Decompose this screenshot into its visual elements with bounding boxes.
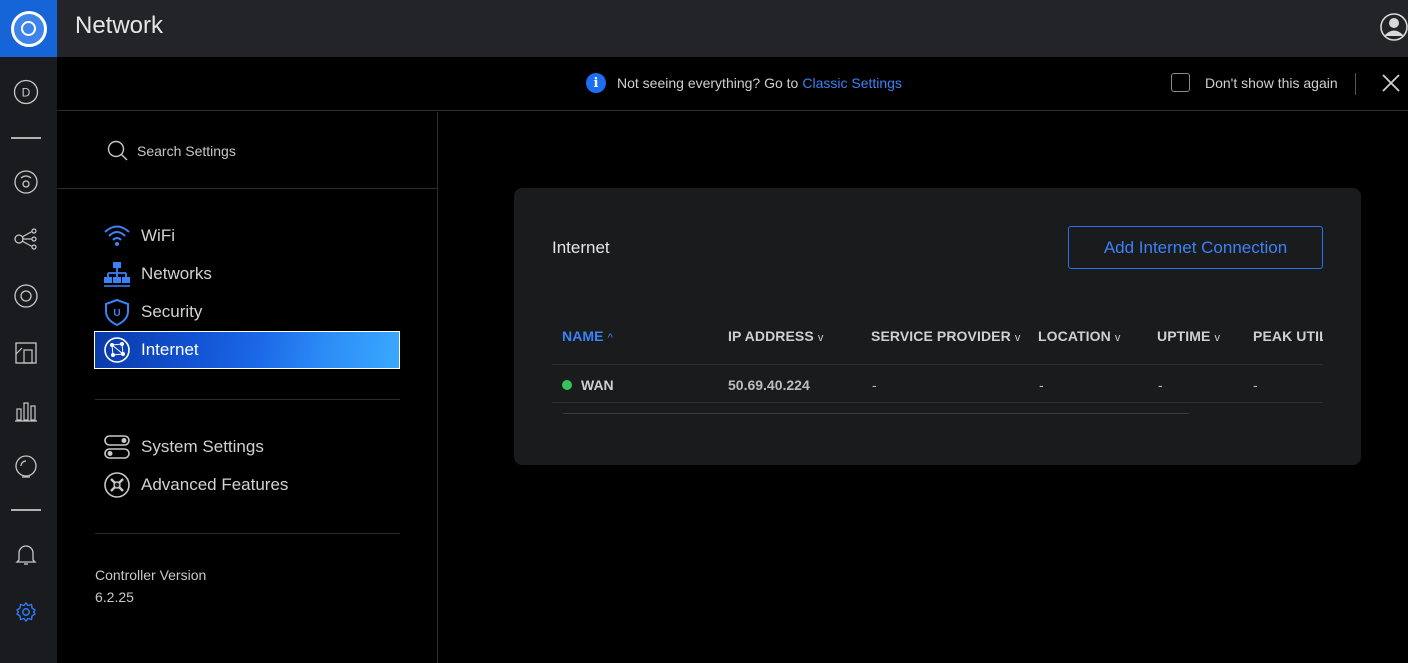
wifi-icon bbox=[103, 222, 131, 250]
table-cell-ip: 50.69.40.224 bbox=[728, 377, 810, 393]
card-title: Internet bbox=[552, 238, 610, 257]
dont-show-checkbox[interactable] bbox=[1171, 73, 1190, 92]
banner-divider bbox=[1355, 73, 1356, 95]
topology-icon bbox=[14, 228, 37, 250]
icon-rail: D bbox=[0, 0, 57, 663]
internet-table: NAME ^ IP ADDRESS v SERVICE PROVIDER v LOCA… bbox=[552, 314, 1323, 414]
unifi-logo-icon bbox=[10, 10, 47, 47]
system-settings-icon bbox=[103, 433, 131, 461]
dashboard-button[interactable]: D bbox=[11, 77, 41, 107]
bar-chart-icon bbox=[15, 402, 37, 422]
rail-statistics-chart-button[interactable] bbox=[11, 395, 41, 425]
chevron-down-icon: v bbox=[1114, 332, 1121, 344]
column-header-ip-address[interactable]: IP ADDRESS v bbox=[728, 328, 823, 344]
chevron-down-icon: v bbox=[1214, 332, 1221, 344]
table-cell-provider: - bbox=[872, 377, 877, 393]
table-cell-peak: - bbox=[1253, 377, 1258, 393]
networks-icon bbox=[103, 260, 131, 288]
sort-up-icon: ^ bbox=[607, 332, 613, 344]
rail-statistics-button[interactable] bbox=[11, 167, 41, 197]
controller-version-value: 6.2.25 bbox=[95, 589, 134, 605]
table-cell-location: - bbox=[1039, 377, 1044, 393]
status-online-dot bbox=[562, 380, 572, 390]
rail-insights-button[interactable] bbox=[11, 452, 41, 482]
sidebar-item-label: Advanced Features bbox=[141, 475, 289, 494]
gear-icon bbox=[15, 601, 37, 623]
dont-show-label: Don't show this again bbox=[1205, 74, 1338, 91]
insights-bulb-icon bbox=[15, 455, 37, 478]
internet-card: Internet Add Internet Connection NAME ^ I… bbox=[514, 188, 1361, 465]
advanced-features-icon bbox=[103, 471, 131, 499]
rail-divider bbox=[11, 509, 41, 511]
unifi-logo[interactable] bbox=[0, 0, 57, 57]
column-header-peak-util[interactable]: PEAK UTIL bbox=[1253, 328, 1323, 344]
dashboard-icon: D bbox=[13, 79, 39, 105]
controller-version-label: Controller Version bbox=[95, 567, 207, 583]
column-header-uptime[interactable]: UPTIME v bbox=[1157, 328, 1220, 344]
banner-text: Not seeing everything? Go to bbox=[617, 75, 799, 91]
info-icon: i bbox=[586, 73, 606, 93]
column-header-service-provider[interactable]: SERVICE PROVIDER v bbox=[871, 328, 1020, 344]
chevron-down-icon: v bbox=[1014, 332, 1021, 344]
classic-settings-link[interactable]: Classic Settings bbox=[802, 75, 902, 91]
settings-sidebar: WiFi Networks U Security Internet System… bbox=[57, 112, 438, 663]
sidebar-item-label: Internet bbox=[141, 340, 199, 359]
sidebar-item-label: System Settings bbox=[141, 437, 264, 456]
add-internet-connection-button[interactable]: Add Internet Connection bbox=[1068, 226, 1323, 269]
top-bar: Network bbox=[57, 0, 1408, 57]
rail-divider bbox=[11, 137, 41, 139]
app-title: Network bbox=[75, 12, 164, 39]
sidebar-item-networks[interactable]: Networks bbox=[95, 255, 400, 293]
sidebar-item-label: Networks bbox=[141, 264, 212, 283]
table-divider bbox=[552, 402, 1323, 403]
bell-icon bbox=[15, 545, 37, 565]
sidebar-item-label: Security bbox=[141, 302, 203, 321]
internet-globe-icon bbox=[103, 336, 131, 364]
rail-clients-button[interactable] bbox=[11, 338, 41, 368]
chevron-down-icon: v bbox=[817, 332, 824, 344]
svg-text:U: U bbox=[113, 308, 120, 319]
devices-icon bbox=[14, 284, 38, 308]
dashboard-initial: D bbox=[22, 86, 31, 100]
rail-alarms-button[interactable] bbox=[11, 539, 41, 569]
sidebar-item-wifi[interactable]: WiFi bbox=[95, 217, 400, 255]
classic-settings-banner: i Not seeing everything? Go to Classic S… bbox=[57, 57, 1408, 111]
banner-message: i Not seeing everything? Go to Classic S… bbox=[586, 73, 902, 93]
horizontal-scrollbar[interactable] bbox=[562, 413, 1190, 414]
sidebar-divider bbox=[95, 399, 400, 400]
column-header-name[interactable]: NAME ^ bbox=[562, 328, 613, 344]
table-cell-uptime: - bbox=[1158, 377, 1163, 393]
sidebar-item-security[interactable]: U Security bbox=[95, 293, 400, 331]
sidebar-item-internet[interactable]: Internet bbox=[94, 331, 400, 369]
sidebar-divider bbox=[95, 533, 400, 534]
user-avatar-icon[interactable] bbox=[1378, 11, 1408, 43]
security-shield-icon: U bbox=[103, 298, 131, 326]
sidebar-item-label: WiFi bbox=[141, 226, 175, 245]
column-header-location[interactable]: LOCATION v bbox=[1038, 328, 1120, 344]
rail-devices-button[interactable] bbox=[11, 281, 41, 311]
search-input[interactable] bbox=[137, 139, 397, 163]
sidebar-item-system-settings[interactable]: System Settings bbox=[95, 428, 400, 466]
rail-topology-button[interactable] bbox=[11, 224, 41, 254]
search-settings bbox=[57, 112, 437, 189]
close-icon[interactable] bbox=[1379, 71, 1403, 95]
gauge-icon bbox=[14, 170, 38, 194]
rail-settings-button[interactable] bbox=[11, 597, 41, 627]
sidebar-item-advanced-features[interactable]: Advanced Features bbox=[95, 466, 400, 504]
search-icon bbox=[107, 140, 128, 161]
dont-show-again[interactable]: Don't show this again bbox=[1171, 73, 1338, 92]
clients-icon bbox=[15, 342, 37, 364]
table-divider bbox=[552, 364, 1323, 365]
table-cell-name[interactable]: WAN bbox=[581, 377, 614, 393]
